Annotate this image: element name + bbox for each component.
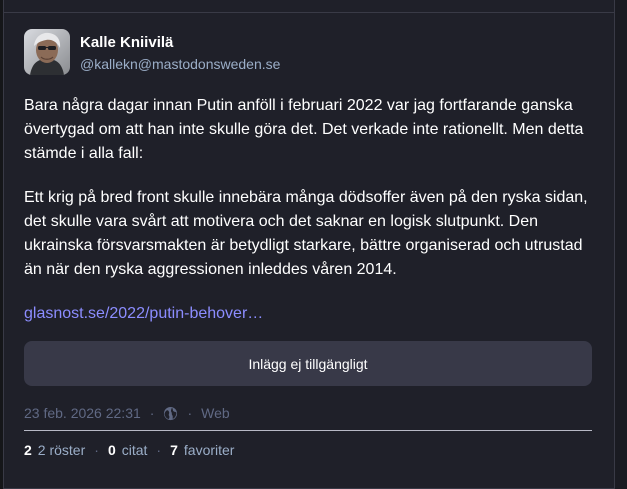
quote-unavailable-box: Inlägg ej tillgängligt [24, 341, 592, 386]
boosts-label[interactable]: 2 röster [38, 442, 85, 458]
favourites-count[interactable]: 7 [170, 442, 178, 458]
display-name[interactable]: Kalle Kniivilä [80, 33, 280, 52]
avatar[interactable] [24, 29, 70, 75]
status-content: Bara några dagar innan Putin anföll i fe… [24, 94, 592, 326]
content-link[interactable]: glasnost.se/2022/putin-behover… [24, 302, 263, 326]
boosts-count[interactable]: 2 [24, 442, 32, 458]
stats-separator: · [156, 442, 162, 458]
panel-left-border [3, 0, 4, 489]
quotes-count[interactable]: 0 [108, 442, 116, 458]
author-names: Kalle Kniivilä @kallekn@mastodonsweden.s… [80, 31, 280, 74]
favourites-label[interactable]: favoriter [184, 442, 235, 458]
right-edge [615, 0, 627, 489]
status-stats: 2 2 röster · 0 citat · 7 favoriter [24, 439, 592, 461]
quote-unavailable-label: Inlägg ej tillgängligt [248, 355, 368, 372]
account-handle[interactable]: @kallekn@mastodonsweden.se [80, 55, 280, 74]
stats-separator: · [94, 442, 99, 458]
globe-icon [163, 406, 178, 421]
detailed-status: Kalle Kniivilä @kallekn@mastodonsweden.s… [24, 26, 592, 461]
status-meta: 23 feb. 2026 22:31 · · Web [24, 402, 592, 424]
meta-divider [24, 430, 592, 431]
panel-right-border [614, 0, 615, 489]
app-label: Web [201, 405, 230, 421]
timestamp-link[interactable]: 23 feb. 2026 22:31 [24, 405, 141, 421]
meta-separator: · [187, 405, 193, 421]
status-header[interactable]: Kalle Kniivilä @kallekn@mastodonsweden.s… [24, 26, 592, 78]
content-paragraph-2: Ett krig på bred front skulle innebära m… [24, 189, 588, 278]
meta-separator: · [149, 405, 155, 421]
status-panel: Kalle Kniivilä @kallekn@mastodonsweden.s… [0, 0, 627, 489]
avatar-image [24, 29, 70, 75]
quotes-label[interactable]: citat [122, 442, 148, 458]
panel-top-border [3, 12, 615, 13]
content-paragraph-1: Bara några dagar innan Putin anföll i fe… [24, 97, 584, 162]
